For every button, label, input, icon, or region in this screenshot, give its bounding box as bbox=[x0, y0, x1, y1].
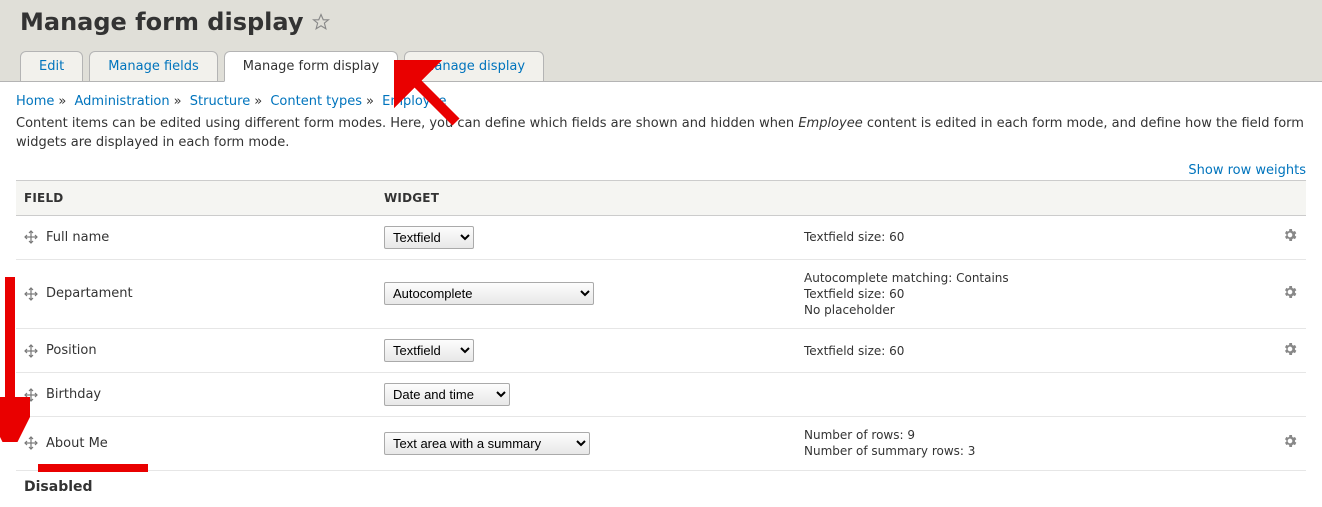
gear-icon[interactable] bbox=[1282, 284, 1298, 300]
widget-summary: Number of rows: 9Number of summary rows:… bbox=[796, 417, 1256, 470]
drag-handle-icon[interactable] bbox=[24, 230, 38, 244]
col-summary bbox=[796, 180, 1256, 215]
show-row-weights-link[interactable]: Show row weights bbox=[1188, 163, 1306, 178]
fields-table: FIELD WIDGET Full name Textfield Textfield… bbox=[16, 180, 1306, 471]
star-icon[interactable] bbox=[312, 13, 330, 31]
col-field: FIELD bbox=[16, 180, 376, 215]
tab-edit[interactable]: Edit bbox=[20, 51, 83, 82]
main-content: Home» Administration» Structure» Content… bbox=[0, 82, 1322, 507]
field-label: About Me bbox=[46, 436, 108, 451]
widget-summary: Textfield size: 60 bbox=[796, 215, 1256, 259]
widget-select[interactable]: Textfield bbox=[384, 226, 474, 249]
breadcrumb-content-types[interactable]: Content types bbox=[270, 94, 362, 109]
disabled-section-heading: Disabled bbox=[16, 471, 1306, 495]
drag-handle-icon[interactable] bbox=[24, 388, 38, 402]
widget-summary bbox=[796, 373, 1256, 417]
field-label: Position bbox=[46, 343, 97, 358]
widget-select[interactable]: Date and time bbox=[384, 383, 510, 406]
gear-icon[interactable] bbox=[1282, 227, 1298, 243]
breadcrumb: Home» Administration» Structure» Content… bbox=[16, 94, 1306, 109]
page-title-text: Manage form display bbox=[20, 8, 304, 36]
tab-manage-display[interactable]: Manage display bbox=[404, 51, 544, 82]
drag-handle-icon[interactable] bbox=[24, 436, 38, 450]
table-row: Departament Autocomplete Autocomplete matc… bbox=[16, 259, 1306, 329]
widget-summary: Textfield size: 60 bbox=[796, 329, 1256, 373]
page-description: Content items can be edited using differ… bbox=[16, 115, 1306, 153]
drag-handle-icon[interactable] bbox=[24, 344, 38, 358]
breadcrumb-structure[interactable]: Structure bbox=[190, 94, 250, 109]
drag-handle-icon[interactable] bbox=[24, 287, 38, 301]
field-label: Full name bbox=[46, 230, 109, 245]
table-row: Position Textfield Textfield size: 60 bbox=[16, 329, 1306, 373]
breadcrumb-employee[interactable]: Employee bbox=[382, 94, 446, 109]
description-em: Employee bbox=[798, 116, 862, 131]
field-label: Departament bbox=[46, 286, 133, 301]
breadcrumb-administration[interactable]: Administration bbox=[75, 94, 170, 109]
table-row: About Me Text area with a summary Number o… bbox=[16, 417, 1306, 470]
gear-icon[interactable] bbox=[1282, 433, 1298, 449]
description-pre: Content items can be edited using differ… bbox=[16, 116, 798, 131]
tab-manage-fields[interactable]: Manage fields bbox=[89, 51, 218, 82]
col-ops bbox=[1256, 180, 1306, 215]
widget-select[interactable]: Autocomplete bbox=[384, 282, 594, 305]
widget-summary: Autocomplete matching: ContainsTextfield… bbox=[796, 259, 1256, 329]
field-label: Birthday bbox=[46, 387, 101, 402]
widget-select[interactable]: Text area with a summary bbox=[384, 432, 590, 455]
col-widget: WIDGET bbox=[376, 180, 796, 215]
row-weights-toggle: Show row weights bbox=[16, 163, 1306, 178]
tabs: Edit Manage fields Manage form display M… bbox=[20, 51, 1302, 82]
breadcrumb-home[interactable]: Home bbox=[16, 94, 54, 109]
page-title: Manage form display bbox=[20, 8, 1302, 36]
table-row: Birthday Date and time bbox=[16, 373, 1306, 417]
table-row: Full name Textfield Textfield size: 60 bbox=[16, 215, 1306, 259]
tab-manage-form-display[interactable]: Manage form display bbox=[224, 51, 398, 82]
gear-icon[interactable] bbox=[1282, 341, 1298, 357]
widget-select[interactable]: Textfield bbox=[384, 339, 474, 362]
